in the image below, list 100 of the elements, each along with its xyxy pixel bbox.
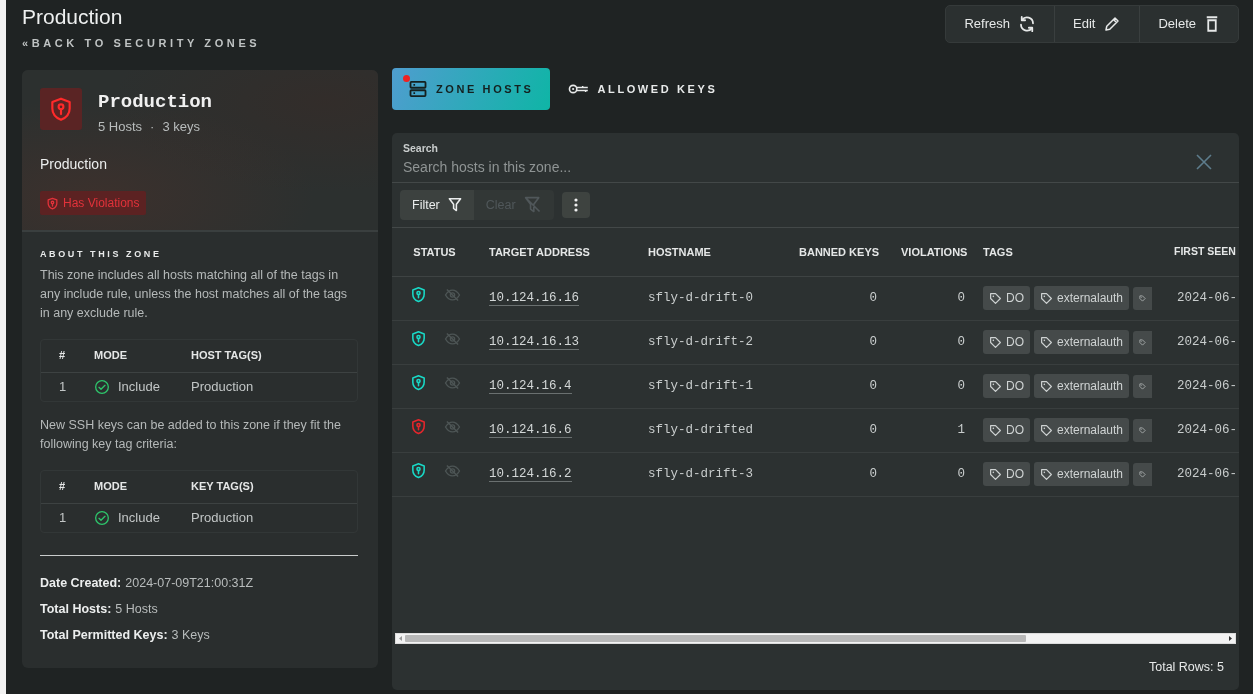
column-header: TAGS [977,228,1165,276]
table-cell: 0 [869,334,877,349]
tag-icon [989,335,1002,349]
address-link[interactable]: 10.124.16.6 [489,422,572,438]
tag-chip: DO [983,374,1030,398]
refresh-icon [1018,14,1036,33]
table-cell: sfly-d-drift-3 [648,466,754,481]
shield-key-icon [46,196,59,210]
table-cell: 2024-06- [1177,334,1237,349]
column-header: # [58,479,67,495]
table-cell: 2024-06- [1177,290,1237,305]
eye-slash-icon [444,287,461,302]
table-cell-text: Production [191,377,254,396]
tag-chip: externalauth [1034,286,1130,310]
tag-icon [1040,379,1053,393]
table-cell: sfly-d-drift-0 [648,290,754,305]
table-cell: 0 [869,466,877,481]
search-field[interactable]: Search hosts in this zone... [403,156,1103,178]
zone-name: Production [98,90,213,115]
tab[interactable]: ZONE HOSTS [392,68,550,110]
column-header: KEY TAG(S) [191,479,254,495]
table-cell-text: 1 [58,377,68,396]
column-header: HOST TAG(S) [191,348,262,364]
key-criteria-text: New SSH keys can be added to this zone if they fit the following key tag criteria: [40,416,342,453]
column-header: FIRST SEEN [1165,228,1239,276]
address-link[interactable]: 10.124.16.13 [489,334,579,350]
trash-icon [1204,14,1220,33]
filter-icon [447,197,462,213]
tag-icon [989,379,1002,393]
tag-icon [1040,291,1053,305]
page-title: Production [22,4,124,30]
table-cell: 0 [957,290,965,305]
action-button[interactable]: Delete [1140,6,1238,42]
table-cell: 0 [869,290,877,305]
tag-chip: DO [983,330,1030,354]
row-count: Total Rows: 5 [1147,658,1225,676]
section-heading: ABOUT THIS ZONE [40,248,163,261]
tag-icon [1040,467,1053,481]
key-count: 3 keys [162,117,200,136]
table-cell: 0 [957,466,965,481]
eye-slash-icon [444,463,461,478]
tag-chip: DO [983,418,1030,442]
tag-icon [989,291,1002,305]
arrow-right-icon[interactable] [1226,635,1235,642]
violation-badge: Has Violations [40,191,146,215]
tag-icon [1040,335,1053,349]
check-circle-icon [94,509,110,526]
eye-slash-icon [444,375,461,390]
tag-chip: DO [983,462,1030,486]
tab[interactable]: ALLOWED KEYS [551,68,734,110]
pencil-icon [1103,14,1122,33]
more-options-button[interactable] [561,192,590,218]
detail-label: Total Hosts: [40,601,112,616]
table-cell: 0 [957,378,965,393]
column-header: MODE [94,479,128,495]
detail-label: Total Permitted Keys: [40,627,168,642]
detail-value: 2024-07-09T21:00:31Z [125,575,254,590]
tag-icon [989,467,1002,481]
table-cell: 1 [957,422,965,437]
table-cell: 2024-06- [1177,466,1237,481]
eye-slash-icon [444,419,461,434]
table-cell-text: Include [118,377,160,396]
server-icon [408,79,428,99]
zone-rule-text: This zone includes all hosts matching all of the tags in any include rule, unless the host matches all of the tags in any exclude rule. [40,266,349,322]
search-label: Search [403,141,440,156]
table-cell-text: 1 [58,508,68,527]
column-header: STATUS [392,228,477,276]
shield-key-icon [48,96,74,122]
table-cell-text: Include [118,508,160,527]
table-cell: 0 [869,378,877,393]
host-count: 5 Hosts [98,117,143,136]
table-cell: sfly-d-drift-2 [648,334,754,349]
filter-off-icon [523,196,542,214]
column-header: # [58,348,67,364]
address-link[interactable]: 10.124.16.4 [489,378,572,394]
tag-chip: DO [983,286,1030,310]
table-cell: 0 [957,334,965,349]
column-header: BANNED KEYS [787,228,889,276]
action-button[interactable]: Edit [1055,6,1141,42]
tag-chip: externalauth [1034,374,1130,398]
check-circle-icon [94,378,110,395]
column-header: VIOLATIONS [889,228,977,276]
detail-value: 3 Keys [171,627,210,642]
scrollbar-thumb[interactable] [405,635,1026,642]
column-header: MODE [94,348,128,364]
tag-chip: externalauth [1034,330,1130,354]
address-link[interactable]: 10.124.16.16 [489,290,579,306]
tag-chip: externalauth [1034,418,1130,442]
more-vertical-icon [573,198,578,212]
zone-description: Production [40,155,108,174]
filter-button[interactable]: Filter [400,190,474,220]
close-icon [1196,153,1212,170]
arrow-left-icon[interactable] [396,635,405,642]
detail-value: 5 Hosts [115,601,158,616]
address-link[interactable]: 10.124.16.2 [489,466,572,482]
back-link[interactable]: «BACK TO SECURITY ZONES [22,35,261,52]
action-button[interactable]: Refresh [946,6,1055,42]
tag-icon [989,423,1002,437]
column-header: TARGET ADDRESS [477,228,636,276]
tag-icon [1040,423,1053,437]
